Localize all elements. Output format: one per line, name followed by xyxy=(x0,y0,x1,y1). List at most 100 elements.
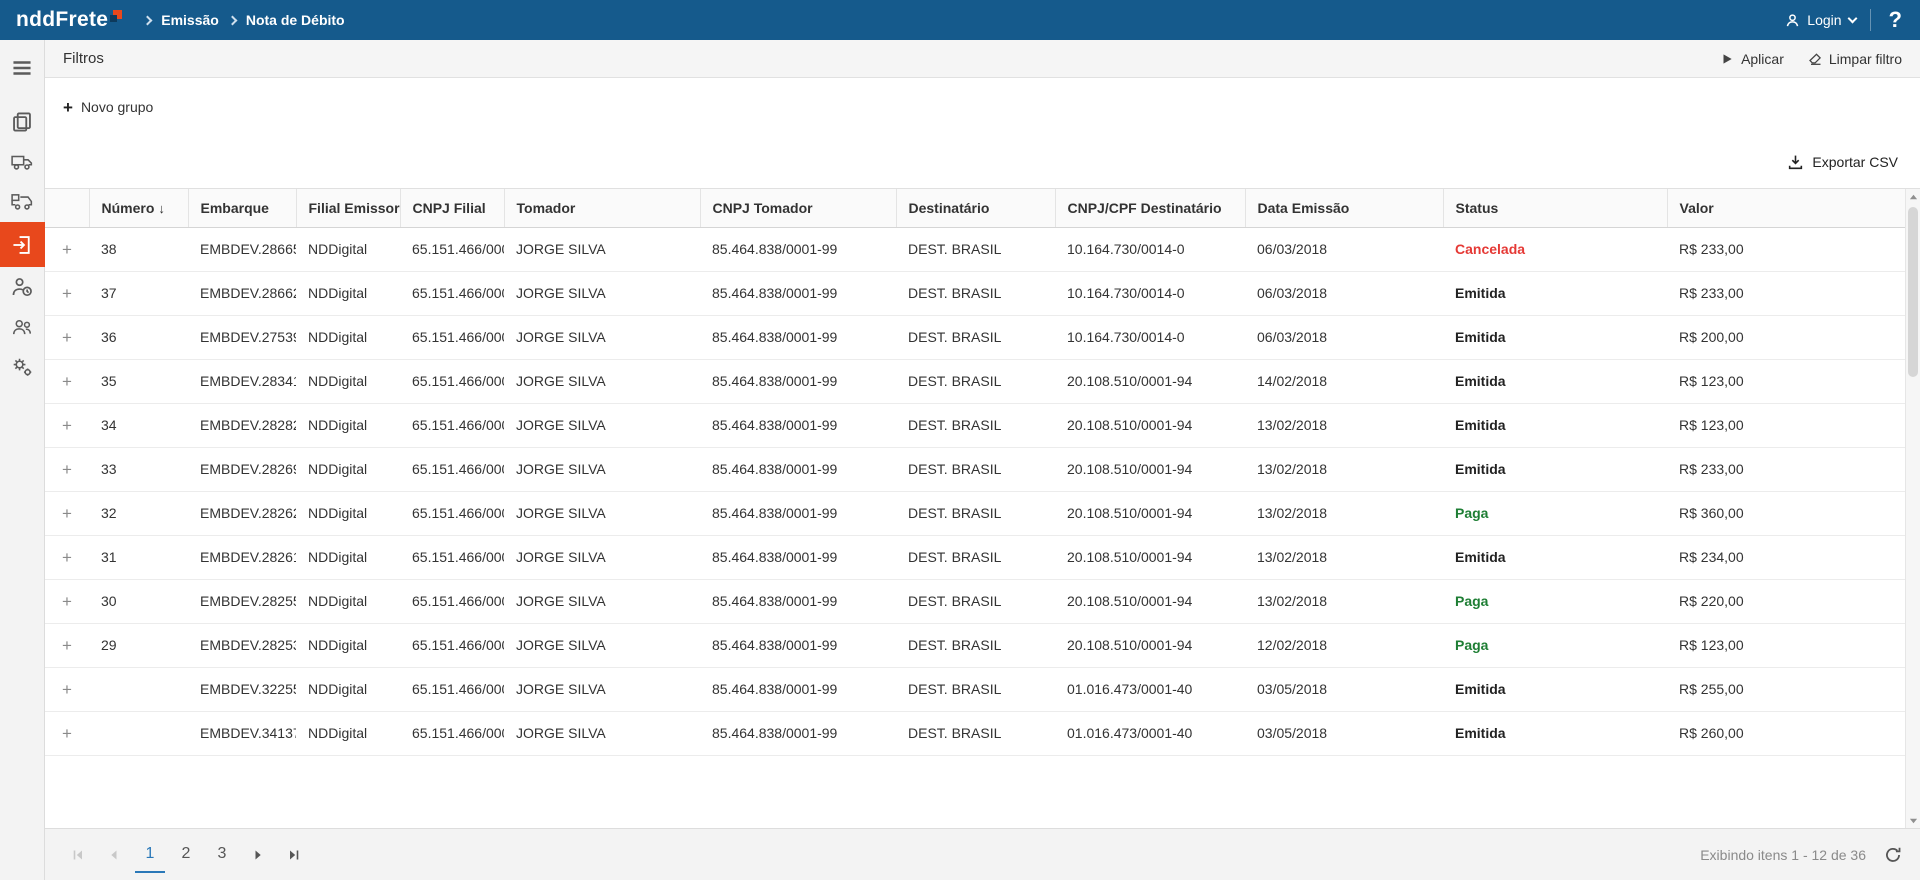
new-group-button[interactable]: + Novo grupo xyxy=(63,99,153,116)
table-row[interactable]: +31EMBDEV.28261NDDigital65.151.466/000..… xyxy=(45,535,1905,579)
cell-expand: + xyxy=(45,579,89,623)
cell-destinatario: DEST. BRASIL xyxy=(896,667,1055,711)
cell-destinatario: DEST. BRASIL xyxy=(896,535,1055,579)
truck-icon xyxy=(11,151,33,173)
scroll-down-button[interactable] xyxy=(1906,812,1920,828)
sidebar-item-menu[interactable] xyxy=(0,48,45,88)
cell-destinatario: DEST. BRASIL xyxy=(896,403,1055,447)
breadcrumb-emissao[interactable]: Emissão xyxy=(161,12,219,28)
breadcrumb-nota-de-debito[interactable]: Nota de Débito xyxy=(246,12,345,28)
cell-cnpj_tomador: 85.464.838/0001-99 xyxy=(700,667,896,711)
column-header-data-emissao[interactable]: Data Emissão xyxy=(1245,189,1443,227)
expand-row-icon[interactable]: + xyxy=(62,504,72,523)
column-header-cnpj-cpf-destinatario[interactable]: CNPJ/CPF Destinatário xyxy=(1055,189,1245,227)
clear-filter-button[interactable]: Limpar filtro xyxy=(1808,51,1902,67)
cell-cnpj_tomador: 85.464.838/0001-99 xyxy=(700,271,896,315)
expand-row-icon[interactable]: + xyxy=(62,240,72,259)
sidebar-item-users[interactable] xyxy=(0,307,45,347)
table-row[interactable]: +34EMBDEV.28282NDDigital65.151.466/000..… xyxy=(45,403,1905,447)
column-header-embarque[interactable]: Embarque xyxy=(188,189,296,227)
expand-row-icon[interactable]: + xyxy=(62,328,72,347)
table-row[interactable]: +37EMBDEV.28662NDDigital65.151.466/000..… xyxy=(45,271,1905,315)
sidebar-item-documents[interactable] xyxy=(0,102,45,142)
column-header-destinatario[interactable]: Destinatário xyxy=(896,189,1055,227)
cell-data_emissao: 13/02/2018 xyxy=(1245,491,1443,535)
page-button-2[interactable]: 2 xyxy=(171,837,201,873)
column-header-valor[interactable]: Valor xyxy=(1667,189,1905,227)
table-row[interactable]: +EMBDEV.34137NDDigital65.151.466/000...J… xyxy=(45,711,1905,755)
users-icon xyxy=(11,316,33,338)
page-button-1[interactable]: 1 xyxy=(135,837,165,873)
cell-destinatario: DEST. BRASIL xyxy=(896,227,1055,271)
last-page-icon xyxy=(287,848,301,862)
cell-valor: R$ 233,00 xyxy=(1667,227,1905,271)
next-page-button[interactable] xyxy=(243,840,273,870)
column-header-numero[interactable]: Número↓ xyxy=(89,189,188,227)
menu-icon xyxy=(11,57,33,79)
column-header-filial-emissora[interactable]: Filial Emissora xyxy=(296,189,400,227)
driver-history-icon xyxy=(11,276,33,298)
expand-row-icon[interactable]: + xyxy=(62,372,72,391)
column-header-tomador[interactable]: Tomador xyxy=(504,189,700,227)
refresh-button[interactable] xyxy=(1884,846,1902,864)
cell-embarque: EMBDEV.28269 xyxy=(188,447,296,491)
table-row[interactable]: +35EMBDEV.28341NDDigital65.151.466/000..… xyxy=(45,359,1905,403)
cell-embarque: EMBDEV.28665 xyxy=(188,227,296,271)
cell-status: Emitida xyxy=(1443,403,1667,447)
table-row[interactable]: +EMBDEV.32255NDDigital65.151.466/000...J… xyxy=(45,667,1905,711)
table-row[interactable]: +36EMBDEV.27539NDDigital65.151.466/000..… xyxy=(45,315,1905,359)
arrow-down-icon xyxy=(1909,816,1918,825)
column-header-status[interactable]: Status xyxy=(1443,189,1667,227)
arrow-up-icon xyxy=(1909,193,1918,202)
expand-row-icon[interactable]: + xyxy=(62,680,72,699)
cell-filial: NDDigital xyxy=(296,227,400,271)
sidebar-item-driver-history[interactable] xyxy=(0,267,45,307)
sidebar-item-debit-note[interactable] xyxy=(0,222,45,267)
table-row[interactable]: +33EMBDEV.28269NDDigital65.151.466/000..… xyxy=(45,447,1905,491)
cell-destinatario: DEST. BRASIL xyxy=(896,623,1055,667)
sidebar-item-truck[interactable] xyxy=(0,142,45,182)
cell-data_emissao: 06/03/2018 xyxy=(1245,227,1443,271)
cell-embarque: EMBDEV.28662 xyxy=(188,271,296,315)
expand-row-icon[interactable]: + xyxy=(62,592,72,611)
column-header-cnpj-tomador[interactable]: CNPJ Tomador xyxy=(700,189,896,227)
help-button[interactable]: ? xyxy=(1885,7,1906,33)
expand-row-icon[interactable]: + xyxy=(62,548,72,567)
app-logo[interactable]: nddFrete xyxy=(16,8,122,32)
last-page-button[interactable] xyxy=(279,840,309,870)
sidebar-item-cargo-truck[interactable] xyxy=(0,182,45,222)
table-row[interactable]: +30EMBDEV.28255NDDigital65.151.466/000..… xyxy=(45,579,1905,623)
cell-valor: R$ 234,00 xyxy=(1667,535,1905,579)
apply-filter-button[interactable]: Aplicar xyxy=(1720,51,1784,67)
cell-expand: + xyxy=(45,227,89,271)
cell-data_emissao: 13/02/2018 xyxy=(1245,535,1443,579)
expand-row-icon[interactable]: + xyxy=(62,460,72,479)
scrollbar-track[interactable] xyxy=(1906,205,1920,812)
expand-row-icon[interactable]: + xyxy=(62,636,72,655)
column-header-expand xyxy=(45,189,89,227)
expand-row-icon[interactable]: + xyxy=(62,724,72,743)
previous-page-button[interactable] xyxy=(99,840,129,870)
column-label: Número xyxy=(102,200,155,216)
scroll-up-button[interactable] xyxy=(1906,189,1920,205)
cell-expand: + xyxy=(45,271,89,315)
column-header-cnpj-filial[interactable]: CNPJ Filial xyxy=(400,189,504,227)
cell-status: Emitida xyxy=(1443,711,1667,755)
export-row: Exportar CSV xyxy=(45,136,1920,188)
expand-row-icon[interactable]: + xyxy=(62,416,72,435)
login-button[interactable]: Login xyxy=(1785,12,1855,28)
export-csv-button[interactable]: Exportar CSV xyxy=(1787,154,1898,171)
cell-embarque: EMBDEV.28262 xyxy=(188,491,296,535)
expand-row-icon[interactable]: + xyxy=(62,284,72,303)
page-button-3[interactable]: 3 xyxy=(207,837,237,873)
cell-tomador: JORGE SILVA xyxy=(504,359,700,403)
table-row[interactable]: +38EMBDEV.28665NDDigital65.151.466/000..… xyxy=(45,227,1905,271)
vertical-scrollbar[interactable] xyxy=(1905,189,1920,828)
cell-embarque: EMBDEV.28282 xyxy=(188,403,296,447)
cell-cnpj_filial: 65.151.466/000... xyxy=(400,403,504,447)
sidebar-item-settings[interactable] xyxy=(0,347,45,387)
table-row[interactable]: +32EMBDEV.28262NDDigital65.151.466/000..… xyxy=(45,491,1905,535)
first-page-button[interactable] xyxy=(63,840,93,870)
table-row[interactable]: +29EMBDEV.28253NDDigital65.151.466/000..… xyxy=(45,623,1905,667)
scrollbar-thumb[interactable] xyxy=(1908,207,1918,377)
